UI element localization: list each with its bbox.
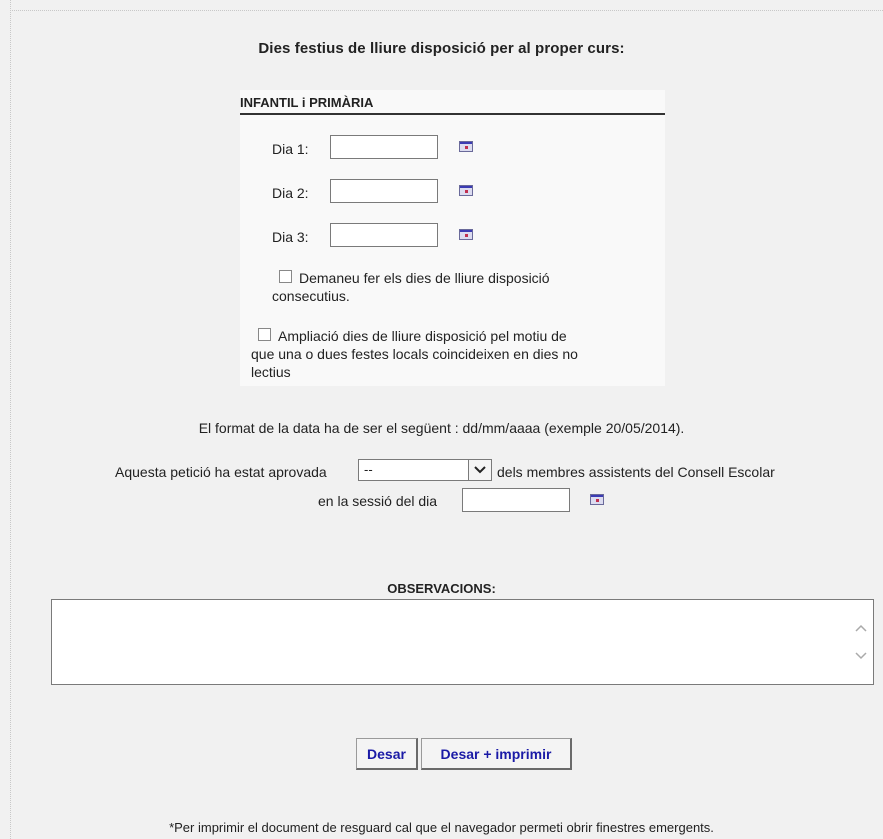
session-label: en la sessió del dia	[318, 493, 438, 509]
day-2-label: Dia 2:	[272, 185, 309, 201]
session-date-input[interactable]	[462, 488, 570, 512]
frame-border-top	[10, 10, 883, 12]
extension-days-label-line3: lectius	[251, 364, 291, 380]
section-title: INFANTIL i PRIMÀRIA	[240, 95, 665, 115]
scroll-down-icon[interactable]	[853, 648, 869, 664]
scroll-up-icon[interactable]	[853, 620, 869, 636]
approval-select[interactable]: --	[358, 459, 492, 481]
save-print-button[interactable]: Desar + imprimir	[421, 738, 572, 770]
day-1-input[interactable]	[330, 135, 438, 159]
day-2-input[interactable]	[330, 179, 438, 203]
consecutive-days-label-line2: consecutius.	[272, 288, 350, 304]
save-button[interactable]: Desar	[356, 738, 418, 770]
popup-footnote: *Per imprimir el document de resguard ca…	[169, 820, 714, 835]
observations-title: OBSERVACIONS:	[387, 581, 496, 596]
approval-prefix: Aquesta petició ha estat aprovada	[115, 464, 327, 480]
extension-days-label-line1: Ampliació dies de lliure disposició pel …	[278, 328, 567, 344]
calendar-icon[interactable]	[590, 494, 604, 505]
day-3-input[interactable]	[330, 223, 438, 247]
date-format-note: El format de la data ha de ser el següen…	[198, 420, 685, 436]
calendar-icon[interactable]	[459, 185, 473, 196]
approval-row: Aquesta petició ha estat aprovada -- del…	[0, 459, 883, 485]
infantil-primaria-panel: INFANTIL i PRIMÀRIA Dia 1: Dia 2: Dia 3:…	[240, 90, 665, 386]
approval-select-value: --	[364, 462, 373, 477]
page-title: Dies festius de lliure disposició per al…	[258, 40, 625, 57]
observations-scrollbar[interactable]	[849, 600, 873, 684]
chevron-down-icon[interactable]	[468, 460, 491, 480]
observations-textarea[interactable]	[51, 599, 874, 685]
consecutive-days-checkbox[interactable]	[279, 270, 292, 283]
day-3-label: Dia 3:	[272, 229, 309, 245]
calendar-icon[interactable]	[459, 141, 473, 152]
consecutive-days-label-line1: Demaneu fer els dies de lliure disposici…	[299, 270, 550, 286]
approval-suffix: dels membres assistents del Consell Esco…	[497, 464, 775, 480]
day-1-label: Dia 1:	[272, 141, 309, 157]
extension-days-label-line2: que una o dues festes locals coincideixe…	[251, 346, 578, 362]
calendar-icon[interactable]	[459, 229, 473, 240]
extension-days-checkbox[interactable]	[258, 328, 271, 341]
